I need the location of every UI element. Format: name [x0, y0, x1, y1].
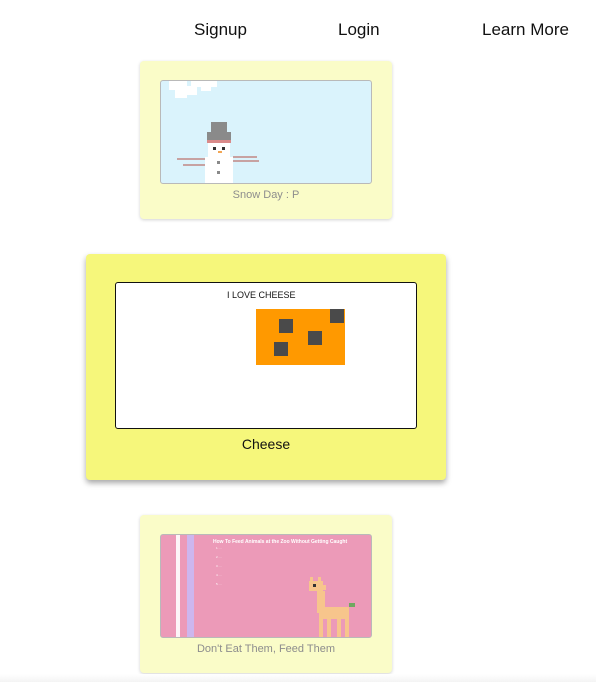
cheese-block-icon — [256, 309, 345, 365]
list-item: 5. ... — [216, 582, 222, 586]
card-caption-snow-day: Snow Day : P — [232, 189, 300, 201]
llama-icon — [309, 577, 355, 637]
list-item: 3. ... — [216, 564, 222, 568]
feed-them-thumbnail: How To Feed Animals at the Zoo Without G… — [160, 534, 372, 638]
cheese-hole — [330, 309, 344, 323]
cheese-hole — [279, 319, 293, 333]
page-bottom-edge — [0, 674, 596, 682]
project-card-snow-day[interactable]: Snow Day : P — [140, 61, 392, 219]
list-item: 4. ... — [216, 573, 222, 577]
card-caption-feed-them: Don't Eat Them, Feed Them — [196, 643, 336, 655]
login-link[interactable]: Login — [338, 20, 380, 40]
zoo-llama-illustration — [176, 535, 355, 637]
cheese-frame-title: I LOVE CHEESE — [227, 290, 296, 300]
cheese-preview-frame: I LOVE CHEESE — [115, 282, 417, 429]
cheese-hole — [308, 331, 322, 345]
list-item: 1. ... — [216, 546, 222, 550]
cloud-icon — [169, 81, 217, 98]
list-item: 2. ... — [216, 555, 222, 559]
learn-more-link[interactable]: Learn More — [482, 20, 569, 40]
snowman-illustration — [169, 81, 259, 183]
snow-day-thumbnail — [160, 80, 372, 184]
top-nav: Signup Login Learn More — [0, 0, 596, 60]
cheese-hole — [274, 342, 288, 356]
card-caption-cheese: Cheese — [241, 436, 291, 452]
zoo-thumbnail-list: 1. ... 2. ... 3. ... 4. ... 5. ... — [216, 546, 222, 591]
zoo-thumbnail-title: How To Feed Animals at the Zoo Without G… — [213, 539, 348, 545]
project-card-feed-them[interactable]: How To Feed Animals at the Zoo Without G… — [140, 515, 392, 673]
project-card-cheese[interactable]: I LOVE CHEESE Cheese — [86, 254, 446, 480]
signup-link[interactable]: Signup — [194, 20, 247, 40]
